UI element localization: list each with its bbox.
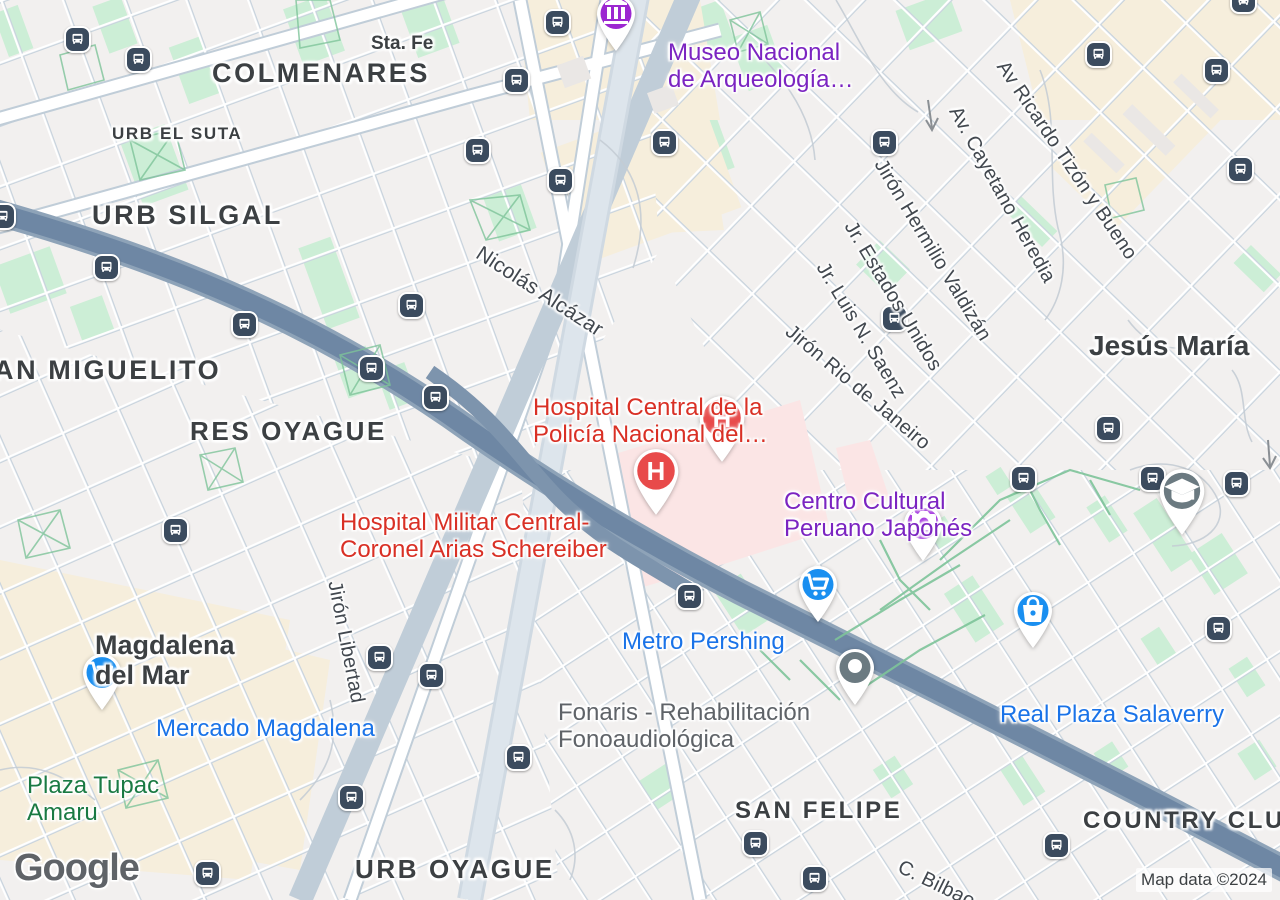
bus-stop-icon[interactable] — [742, 830, 769, 857]
bus-stop-icon[interactable] — [801, 865, 828, 892]
bus-stop-icon[interactable] — [162, 517, 189, 544]
bus-stop-icon[interactable] — [464, 137, 491, 164]
map-canvas[interactable]: HH COLMENARES URB EL SUTA URB SILGAL AN MIG… — [0, 0, 1280, 900]
bus-stop-icon[interactable] — [1205, 615, 1232, 642]
bus-stop-icon[interactable] — [366, 644, 393, 671]
svg-text:H: H — [713, 405, 732, 433]
bus-stop-icon[interactable] — [547, 167, 574, 194]
school-pin[interactable] — [1155, 468, 1209, 536]
bus-stop-icon[interactable] — [64, 26, 91, 53]
map-attribution: Map data ©2024 — [1136, 868, 1272, 892]
bus-stop-icon[interactable] — [676, 583, 703, 610]
bus-stop-icon[interactable] — [1010, 465, 1037, 492]
bus-stop-icon[interactable] — [125, 46, 152, 73]
bus-stop-icon[interactable] — [418, 662, 445, 689]
museum-pin[interactable] — [593, 0, 639, 52]
shopping-cart-pin[interactable] — [795, 565, 841, 623]
bus-stop-icon[interactable] — [358, 355, 385, 382]
bus-stop-icon[interactable] — [881, 305, 908, 332]
bus-stop-icon[interactable] — [1203, 57, 1230, 84]
bus-stop-icon[interactable] — [1095, 415, 1122, 442]
bus-stop-icon[interactable] — [422, 384, 449, 411]
bus-stop-icon[interactable] — [503, 67, 530, 94]
bus-stop-icon[interactable] — [0, 203, 16, 230]
bus-stop-icon[interactable] — [505, 744, 532, 771]
bus-stop-icon[interactable] — [871, 129, 898, 156]
hospital-pin[interactable]: H — [629, 448, 683, 516]
attraction-pin[interactable] — [900, 504, 946, 562]
bus-stop-icon[interactable] — [1043, 832, 1070, 859]
shopping-cart-pin[interactable] — [79, 653, 125, 711]
bus-stop-icon[interactable] — [544, 9, 571, 36]
generic-dot-pin[interactable] — [832, 648, 878, 706]
bus-stop-icon[interactable] — [398, 292, 425, 319]
svg-text:H: H — [647, 458, 666, 486]
bus-stop-icon[interactable] — [338, 784, 365, 811]
google-logo[interactable]: Google — [14, 847, 140, 890]
bus-stop-icon[interactable] — [651, 129, 678, 156]
bus-stop-icon[interactable] — [1223, 470, 1250, 497]
bus-stop-icon[interactable] — [231, 311, 258, 338]
bus-stop-icon[interactable] — [93, 254, 120, 281]
bus-stop-icon[interactable] — [1085, 41, 1112, 68]
bus-stop-icon[interactable] — [1227, 156, 1254, 183]
shopping-bag-pin[interactable] — [1010, 591, 1056, 649]
bus-stop-icon[interactable] — [194, 860, 221, 887]
hospital-pin[interactable]: H — [695, 395, 749, 463]
bus-stop-icon[interactable] — [1230, 0, 1257, 14]
